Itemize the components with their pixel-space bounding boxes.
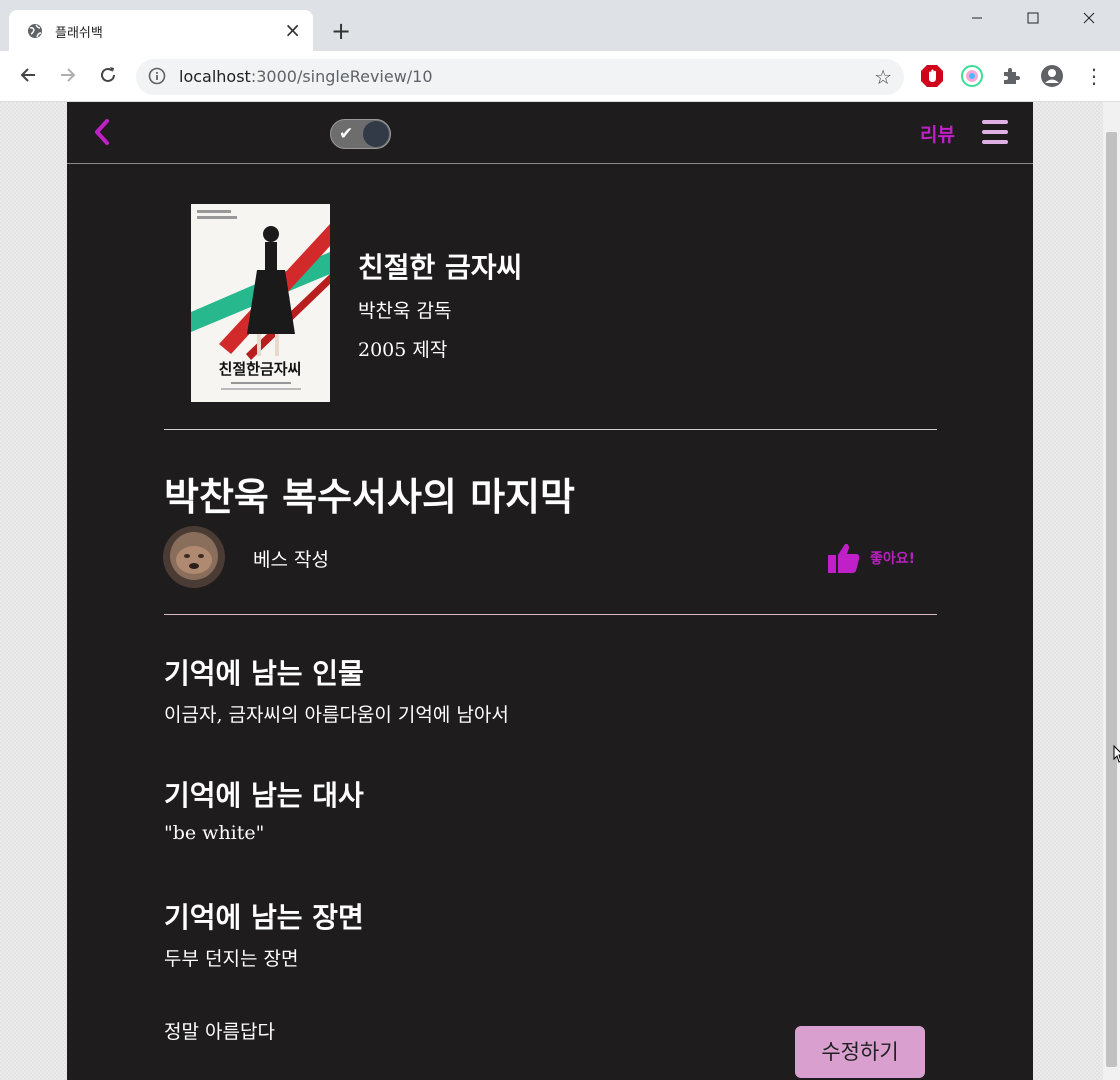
- review-nav-link[interactable]: 리뷰: [920, 120, 955, 147]
- extensions-puzzle-icon[interactable]: [1000, 64, 1024, 88]
- memorable-line-text: "be white": [164, 822, 265, 844]
- arrow-left-icon: [20, 68, 35, 82]
- memorable-character-text: 이금자, 금자씨의 아름다움이 기억에 남아서: [164, 704, 509, 726]
- review-page: ✔ 리뷰 친절한금자씨 친절한 금자씨 박찬욱 감독 2005 제작 박찬욱 복…: [67, 102, 1033, 1080]
- memorable-line-heading: 기억에 남는 대사: [164, 779, 364, 812]
- theme-toggle[interactable]: ✔: [330, 119, 391, 149]
- check-icon: ✔: [339, 124, 354, 144]
- profile-avatar-icon[interactable]: [1040, 64, 1064, 88]
- browser-reload-button[interactable]: [94, 63, 122, 91]
- window-minimize-button[interactable]: [954, 4, 1000, 34]
- page-viewport: ✔ 리뷰 친절한금자씨 친절한 금자씨 박찬욱 감독 2005 제작 박찬욱 복…: [0, 102, 1120, 1080]
- url-text[interactable]: localhost:3000/singleReview/10: [179, 67, 433, 86]
- browser-tab[interactable]: 플래쉬백 ×: [9, 10, 313, 51]
- new-tab-button[interactable]: +: [328, 18, 354, 44]
- bookmark-star-icon[interactable]: ☆: [874, 65, 892, 89]
- app-header: ✔ 리뷰: [67, 102, 1033, 164]
- thumbs-up-icon[interactable]: [827, 541, 861, 575]
- url-host: localhost: [179, 67, 251, 86]
- browser-toolbar: localhost:3000/singleReview/10 ☆ ⋮: [0, 51, 1120, 102]
- arrow-right-icon: [61, 68, 76, 82]
- poster-title-text: 친절한금자씨: [219, 360, 302, 378]
- memorable-character-heading: 기억에 남는 인물: [164, 657, 364, 690]
- window-close-button[interactable]: [1066, 4, 1112, 34]
- browser-tabstrip: 플래쉬백 × +: [0, 0, 1120, 51]
- movie-year: 2005 제작: [358, 339, 448, 361]
- scrollbar-thumb[interactable]: [1106, 132, 1117, 1067]
- hamburger-menu-icon[interactable]: [982, 120, 1008, 144]
- review-title: 박찬욱 복수서사의 마지막: [164, 474, 576, 519]
- address-bar[interactable]: localhost:3000/singleReview/10 ☆: [136, 59, 904, 95]
- page-scrollbar[interactable]: [1103, 102, 1120, 1080]
- url-path: :3000/singleReview/10: [250, 67, 433, 86]
- browser-menu-icon[interactable]: ⋮: [1082, 64, 1106, 88]
- section-divider: [164, 614, 937, 615]
- memorable-scene-text: 두부 던지는 장면: [164, 948, 299, 970]
- review-author: 베스 작성: [253, 549, 329, 571]
- chevron-left-icon[interactable]: [92, 118, 112, 146]
- camera-extension-icon[interactable]: [960, 64, 984, 88]
- window-maximize-button[interactable]: [1010, 4, 1056, 34]
- minimize-icon: [972, 17, 982, 19]
- browser-forward-button[interactable]: [54, 63, 82, 91]
- tab-title: 플래쉬백: [55, 26, 103, 41]
- close-icon: [1083, 12, 1095, 24]
- tab-close-icon[interactable]: ×: [284, 19, 301, 41]
- movie-director: 박찬욱 감독: [358, 300, 452, 322]
- like-button-label[interactable]: 좋아요!: [870, 548, 915, 568]
- movie-poster: 친절한금자씨: [191, 204, 330, 402]
- review-comment: 정말 아름답다: [164, 1021, 275, 1043]
- mouse-cursor-icon: [1113, 745, 1120, 763]
- section-divider: [164, 429, 937, 430]
- edit-review-button[interactable]: 수정하기: [795, 1026, 925, 1078]
- movie-title: 친절한 금자씨: [358, 251, 523, 284]
- toggle-knob: [363, 121, 389, 147]
- globe-icon: [28, 24, 42, 38]
- browser-back-button[interactable]: [14, 63, 42, 91]
- memorable-scene-heading: 기억에 남는 장면: [164, 901, 364, 934]
- avatar[interactable]: [163, 526, 225, 588]
- adblock-extension-icon[interactable]: [920, 64, 944, 88]
- maximize-icon: [1027, 12, 1039, 24]
- reload-icon: [101, 67, 115, 82]
- info-icon[interactable]: [148, 67, 166, 85]
